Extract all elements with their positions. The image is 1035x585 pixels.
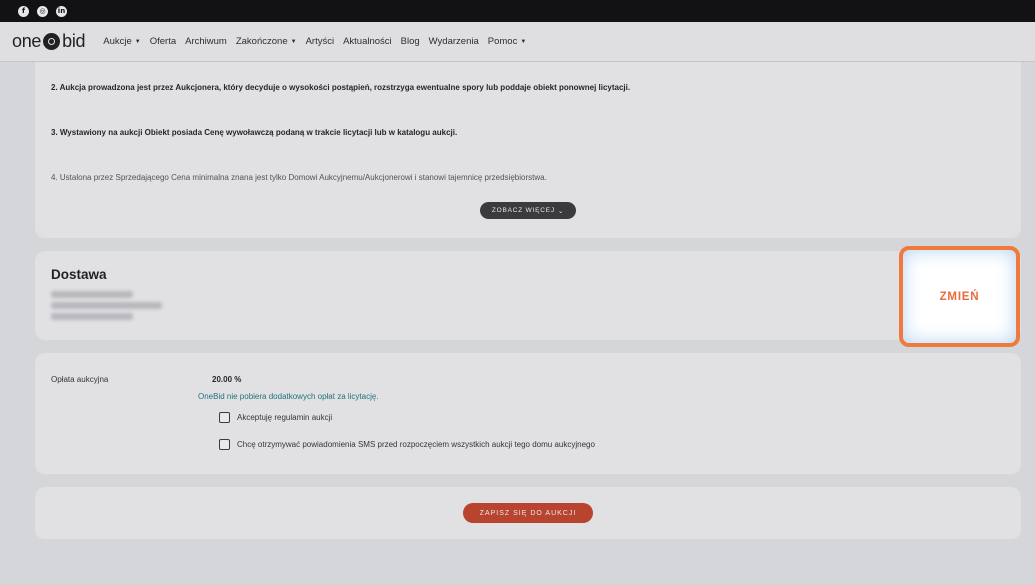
auction-fee-value: 20.00 %: [212, 375, 242, 384]
term-item: 3. Wystawiony na aukcji Obiekt posiada C…: [51, 128, 458, 137]
onebid-logo[interactable]: one bid: [12, 31, 86, 52]
linkedin-icon[interactable]: in: [56, 5, 67, 17]
checkbox-label: Akceptuję regulamin aukcji: [237, 413, 333, 422]
nav-item-label: Artyści: [305, 36, 335, 47]
sms-notifications-checkbox-row[interactable]: Chcę otrzymywać powiadomienia SMS przed …: [219, 439, 595, 450]
chevron-down-icon: ⌄: [557, 207, 565, 215]
nav-item-blog[interactable]: Blog: [401, 36, 420, 47]
logo-text-one: one: [12, 31, 42, 51]
term-item: 4. Ustalona przez Sprzedającego Cena min…: [51, 173, 547, 182]
nav-item-label: Aktualności: [343, 36, 392, 47]
accept-terms-checkbox[interactable]: [219, 412, 230, 423]
nav-item-zakonczone[interactable]: Zakończone ▼: [236, 36, 297, 47]
instagram-icon[interactable]: ◎: [37, 5, 48, 17]
accept-terms-checkbox-row[interactable]: Akceptuję regulamin aukcji: [219, 412, 332, 423]
redacted-email-line: [51, 302, 162, 309]
nav-item-oferta[interactable]: Oferta: [150, 36, 176, 47]
logo-mark-icon: [43, 33, 61, 50]
fee-note: OneBid nie pobiera dodatkowych opłat za …: [198, 392, 379, 401]
nav-item-label: Blog: [400, 36, 420, 47]
nav-item-label: Archiwum: [185, 36, 227, 47]
fees-card: Opłata aukcyjna 20.00 % OneBid nie pobie…: [35, 353, 1021, 474]
nav-item-label: Zakończone: [235, 36, 288, 47]
social-topbar: f ◎ in: [0, 0, 1035, 22]
nav-item-artysci[interactable]: Artyści: [306, 36, 335, 47]
change-delivery-button[interactable]: ZMIEŃ: [899, 246, 1020, 347]
redacted-address-line: [51, 291, 133, 298]
nav-item-aukcje[interactable]: Aukcje ▼: [103, 36, 140, 47]
delivery-heading: Dostawa: [51, 267, 107, 282]
nav-item-pomoc[interactable]: Pomoc ▼: [488, 36, 527, 47]
term-item: 2. Aukcja prowadzona jest przez Aukcjone…: [51, 83, 631, 92]
nav-item-label: Oferta: [149, 36, 177, 47]
change-label: ZMIEŃ: [939, 290, 980, 303]
main-navigation: one bid Aukcje ▼ Oferta Archiwum Zakończ…: [0, 22, 1035, 62]
delivery-card: Dostawa: [35, 251, 1021, 340]
sms-notifications-checkbox[interactable]: [219, 439, 230, 450]
redacted-phone-line: [51, 313, 133, 320]
auction-fee-label: Opłata aukcyjna: [51, 375, 109, 384]
nav-item-wydarzenia[interactable]: Wydarzenia: [429, 36, 479, 47]
nav-item-archiwum[interactable]: Archiwum: [185, 36, 227, 47]
nav-item-label: Aukcje: [103, 36, 132, 47]
caret-down-icon: ▼: [290, 38, 297, 45]
nav-item-aktualnosci[interactable]: Aktualności: [343, 36, 392, 47]
register-for-auction-button[interactable]: ZAPISZ SIĘ DO AUKCJI: [463, 503, 593, 523]
caret-down-icon: ▼: [134, 38, 141, 45]
auction-terms-card: 2. Aukcja prowadzona jest przez Aukcjone…: [35, 62, 1021, 238]
show-more-label: ZOBACZ WIĘCEJ: [491, 207, 555, 214]
submit-card: ZAPISZ SIĘ DO AUKCJI: [35, 487, 1021, 539]
caret-down-icon: ▼: [520, 38, 527, 45]
nav-item-label: Wydarzenia: [428, 36, 479, 47]
nav-item-label: Pomoc: [487, 36, 518, 47]
facebook-icon[interactable]: f: [18, 5, 29, 17]
checkbox-label: Chcę otrzymywać powiadomienia SMS przed …: [237, 440, 595, 449]
show-more-button[interactable]: ZOBACZ WIĘCEJ ⌄: [480, 202, 576, 219]
logo-text-bid: bid: [62, 31, 86, 51]
